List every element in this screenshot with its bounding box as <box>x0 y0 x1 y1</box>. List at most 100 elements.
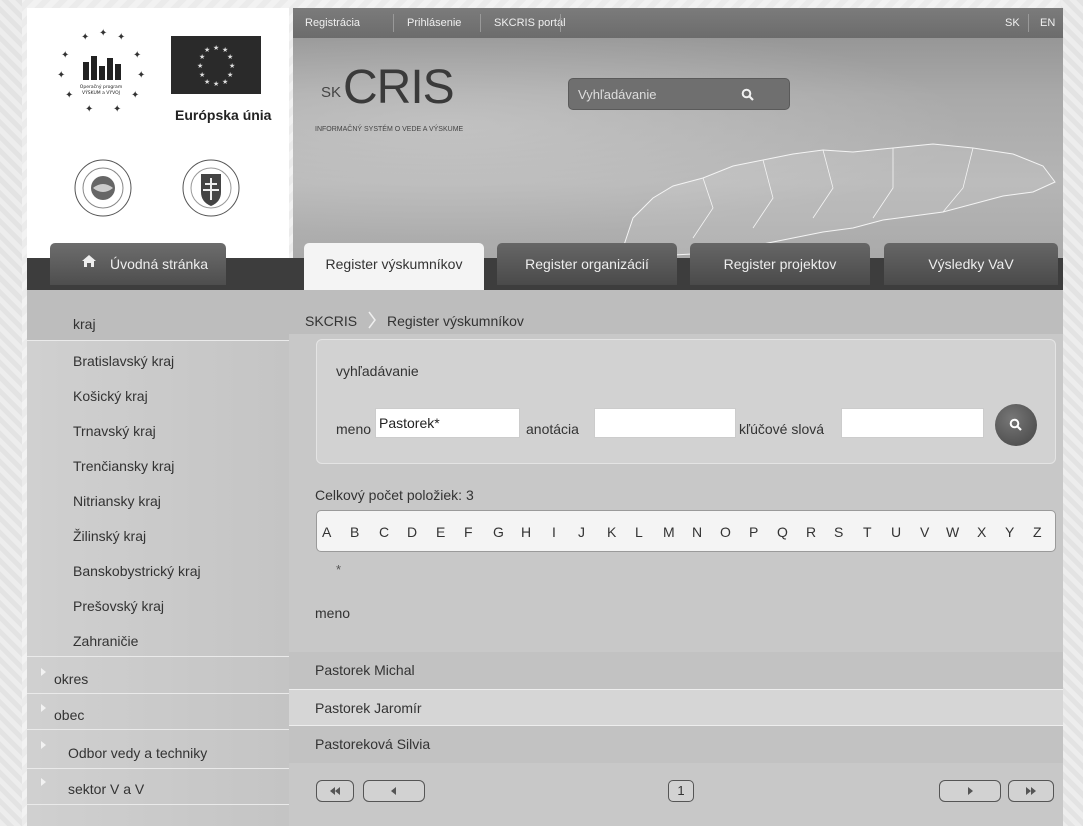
alphabet-letter[interactable]: M <box>663 524 675 540</box>
alphabet-letter[interactable]: N <box>692 524 702 540</box>
skcris-portal-link[interactable]: SKCRIS portál <box>494 17 566 29</box>
divider <box>27 340 289 341</box>
tab-register-projects[interactable]: Register projektov <box>690 243 870 285</box>
divider <box>393 14 394 32</box>
double-chevron-left-icon <box>330 787 340 795</box>
sidebar-item-region[interactable]: Nitriansky kraj <box>73 493 161 509</box>
alphabet-letter[interactable]: A <box>322 524 331 540</box>
table-row[interactable]: Pastoreková Silvia <box>289 726 1063 763</box>
svg-text:✦: ✦ <box>61 50 69 61</box>
breadcrumb-root[interactable]: SKCRIS <box>305 313 357 329</box>
svg-text:★: ★ <box>222 78 228 86</box>
tab-results-rd[interactable]: Výsledky VaV <box>884 243 1058 285</box>
sidebar-item-region[interactable]: Zahraničie <box>73 633 138 649</box>
svg-text:★: ★ <box>213 44 219 52</box>
svg-text:VÝSKUM a VÝVOJ: VÝSKUM a VÝVOJ <box>82 89 120 96</box>
breadcrumb-current: Register výskumníkov <box>387 313 524 329</box>
first-page-button[interactable] <box>316 780 354 802</box>
alphabet-letter[interactable]: B <box>350 524 359 540</box>
table-row[interactable]: Pastorek Michal <box>289 652 1063 689</box>
svg-text:✦: ✦ <box>57 70 65 81</box>
home-tab[interactable]: Úvodná stránka <box>50 243 226 285</box>
alphabet-letter[interactable]: X <box>977 524 986 540</box>
brand-logo[interactable]: CRIS <box>343 60 455 115</box>
alphabet-letter[interactable]: I <box>552 524 556 540</box>
sidebar-item-region[interactable]: Bratislavský kraj <box>73 353 174 369</box>
sidebar-group-municipality[interactable]: obec <box>54 707 84 723</box>
alphabet-letter[interactable]: L <box>635 524 643 540</box>
alphabet-letter[interactable]: O <box>720 524 731 540</box>
sidebar-item-region[interactable]: Banskobystrický kraj <box>73 563 201 579</box>
alphabet-letter[interactable]: R <box>806 524 816 540</box>
chevron-right-icon <box>968 787 973 795</box>
lang-sk-link[interactable]: SK <box>1005 17 1020 29</box>
alphabet-letter[interactable]: J <box>578 524 585 540</box>
alphabet-letter[interactable]: F <box>464 524 473 540</box>
alphabet-letter[interactable]: U <box>891 524 901 540</box>
tab-register-researchers[interactable]: Register výskumníkov <box>304 243 484 291</box>
alphabet-letter[interactable]: Y <box>1005 524 1014 540</box>
search-panel-title: vyhľadávanie <box>336 363 419 379</box>
annotation-field[interactable] <box>594 408 736 438</box>
header-search-placeholder: Vyhľadávanie <box>578 87 657 102</box>
alphabet-letter[interactable]: T <box>863 524 872 540</box>
alphabet-letter[interactable]: E <box>436 524 445 540</box>
svg-text:✦: ✦ <box>113 104 121 115</box>
sidebar-item-region[interactable]: Trnavský kraj <box>73 423 156 439</box>
sidebar-group-district[interactable]: okres <box>54 671 88 687</box>
alphabet-letter[interactable]: S <box>834 524 843 540</box>
caret-right-icon <box>41 704 46 712</box>
alphabet-filter: A B C D E F G H I J K L M N O P Q R S T … <box>316 510 1056 552</box>
keywords-field[interactable] <box>841 408 984 438</box>
alphabet-letter[interactable]: K <box>607 524 616 540</box>
alphabet-letter[interactable]: Z <box>1033 524 1042 540</box>
op-research-logo: ✦ ✦ ✦ ✦ ✦ ✦ ✦ ✦ ✦ ✦ ✦ Operačný program VÝSKUM … <box>57 28 145 115</box>
double-chevron-right-icon <box>1026 787 1036 795</box>
tab-register-organizations[interactable]: Register organizácií <box>497 243 677 285</box>
alphabet-letter[interactable]: V <box>920 524 929 540</box>
last-page-button[interactable] <box>1008 780 1054 802</box>
header-search-input[interactable]: Vyhľadávanie <box>568 78 790 110</box>
divider <box>1028 14 1029 32</box>
sidebar-group-sector[interactable]: sektor V a V <box>68 781 144 797</box>
svg-text:✦: ✦ <box>117 32 125 43</box>
divider <box>27 804 289 805</box>
alphabet-letter[interactable]: C <box>379 524 389 540</box>
sidebar-heading-kraj[interactable]: kraj <box>73 316 96 332</box>
lang-en-link[interactable]: EN <box>1040 17 1055 29</box>
svg-text:★: ★ <box>204 46 210 54</box>
sidebar-group-field[interactable]: Odbor vedy a techniky <box>68 745 207 761</box>
alphabet-letter[interactable]: G <box>493 524 504 540</box>
login-link[interactable]: Prihlásenie <box>407 17 461 29</box>
register-link[interactable]: Registrácia <box>305 17 360 29</box>
main-content: SKCRIS Register výskumníkov vyhľadávanie… <box>289 290 1063 826</box>
search-button[interactable] <box>995 404 1037 446</box>
alphabet-letter[interactable]: Q <box>777 524 788 540</box>
alphabet-letter[interactable]: H <box>521 524 531 540</box>
divider <box>560 14 561 32</box>
wildcard-filter[interactable]: * <box>336 562 341 577</box>
sidebar-item-region[interactable]: Žilinský kraj <box>73 528 146 544</box>
alphabet-letter[interactable]: D <box>407 524 417 540</box>
site-header: Registrácia Prihlásenie SKCRIS portál SK… <box>293 8 1063 258</box>
eu-flag-icon: ★ ★ ★ ★ ★ ★ ★ ★ ★ ★ ★ ★ <box>171 36 261 94</box>
svg-text:✦: ✦ <box>99 28 107 39</box>
next-page-button[interactable] <box>939 780 1001 802</box>
table-row[interactable]: Pastorek Jaromír <box>289 689 1063 726</box>
home-tab-label: Úvodná stránka <box>110 256 209 272</box>
sidebar-item-region[interactable]: Trenčiansky kraj <box>73 458 174 474</box>
column-header-name[interactable]: meno <box>315 605 350 621</box>
sidebar-item-region[interactable]: Prešovský kraj <box>73 598 164 614</box>
sidebar-item-region[interactable]: Košický kraj <box>73 388 148 404</box>
alphabet-letter[interactable]: W <box>946 524 959 540</box>
alphabet-letter[interactable]: P <box>749 524 758 540</box>
caret-right-icon <box>41 741 46 749</box>
prev-page-button[interactable] <box>363 780 425 802</box>
svg-text:★: ★ <box>197 62 203 70</box>
page-number-button[interactable]: 1 <box>668 780 694 802</box>
search-icon[interactable] <box>741 88 755 102</box>
svg-text:✦: ✦ <box>65 90 73 101</box>
name-field[interactable] <box>375 408 520 438</box>
ministry-seal-icon <box>182 159 240 217</box>
result-count: Celkový počet položiek: 3 <box>315 487 474 503</box>
